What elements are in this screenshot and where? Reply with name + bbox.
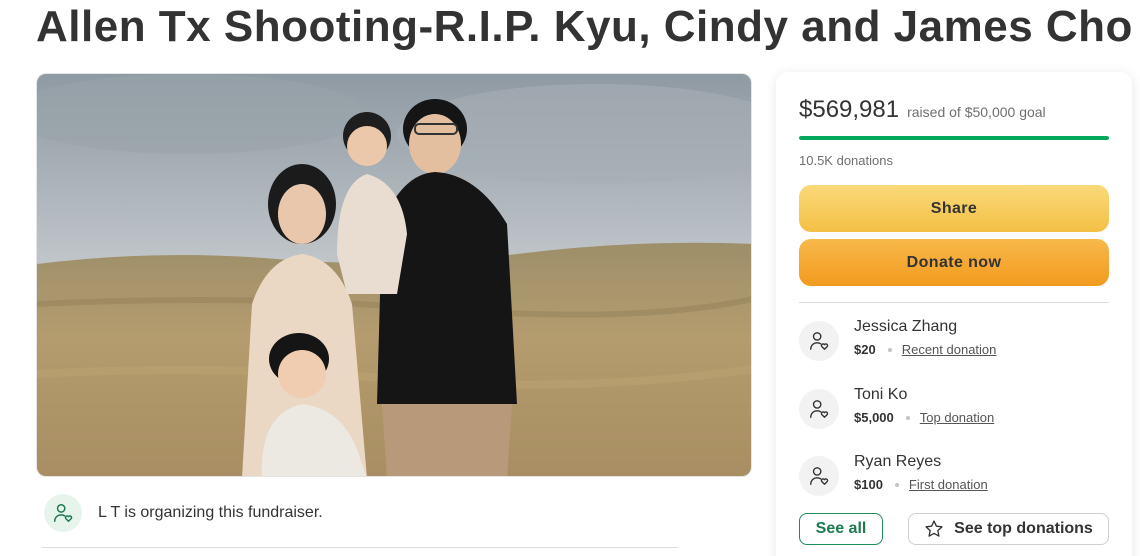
person-heart-icon: [799, 456, 839, 496]
fundraiser-hero-image[interactable]: [36, 73, 752, 477]
donor-meta: $5,000 Top donation: [854, 410, 994, 425]
see-all-button[interactable]: See all: [799, 513, 883, 545]
progress-bar: [799, 136, 1109, 140]
organizer-text: L T is organizing this fundraiser.: [98, 504, 323, 521]
see-top-donations-button[interactable]: See top donations: [908, 513, 1109, 545]
donor-meta: $20 Recent donation: [854, 342, 996, 357]
donor-item: Toni Ko $5,000 Top donation: [799, 386, 1109, 430]
donate-now-button[interactable]: Donate now: [799, 239, 1109, 286]
donor-name: Toni Ko: [854, 386, 908, 403]
separator-dot: [894, 482, 899, 487]
see-top-donations-label: See top donations: [954, 520, 1093, 537]
share-button[interactable]: Share: [799, 185, 1109, 232]
amount-row: $569,981 raised of $50,000 goal: [799, 96, 1046, 124]
star-icon: [924, 519, 944, 539]
donation-type-link[interactable]: First donation: [909, 477, 988, 492]
person-heart-icon: [44, 494, 82, 532]
donor-amount: $5,000: [854, 410, 894, 425]
goal-text: raised of $50,000 goal: [907, 104, 1046, 120]
donor-item: Ryan Reyes $100 First donation: [799, 453, 1109, 497]
organizer-row: L T is organizing this fundraiser.: [44, 493, 684, 533]
donor-item: Jessica Zhang $20 Recent donation: [799, 318, 1109, 362]
donor-name: Jessica Zhang: [854, 318, 958, 335]
donor-name: Ryan Reyes: [854, 453, 942, 470]
donations-count: 10.5K donations: [799, 153, 893, 168]
donation-type-link[interactable]: Recent donation: [902, 342, 997, 357]
amount-raised: $569,981: [799, 96, 900, 123]
donation-card: $569,981 raised of $50,000 goal 10.5K do…: [776, 72, 1132, 556]
separator-dot: [905, 415, 910, 420]
person-heart-icon: [799, 389, 839, 429]
divider: [799, 302, 1109, 303]
page-title: Allen Tx Shooting-R.I.P. Kyu, Cindy and …: [36, 2, 1133, 51]
donation-type-link[interactable]: Top donation: [920, 410, 994, 425]
donor-meta: $100 First donation: [854, 477, 988, 492]
donor-amount: $100: [854, 477, 883, 492]
separator-dot: [887, 347, 892, 352]
progress-fill: [799, 136, 1109, 140]
donor-amount: $20: [854, 342, 876, 357]
divider: [42, 547, 678, 548]
person-heart-icon: [799, 321, 839, 361]
